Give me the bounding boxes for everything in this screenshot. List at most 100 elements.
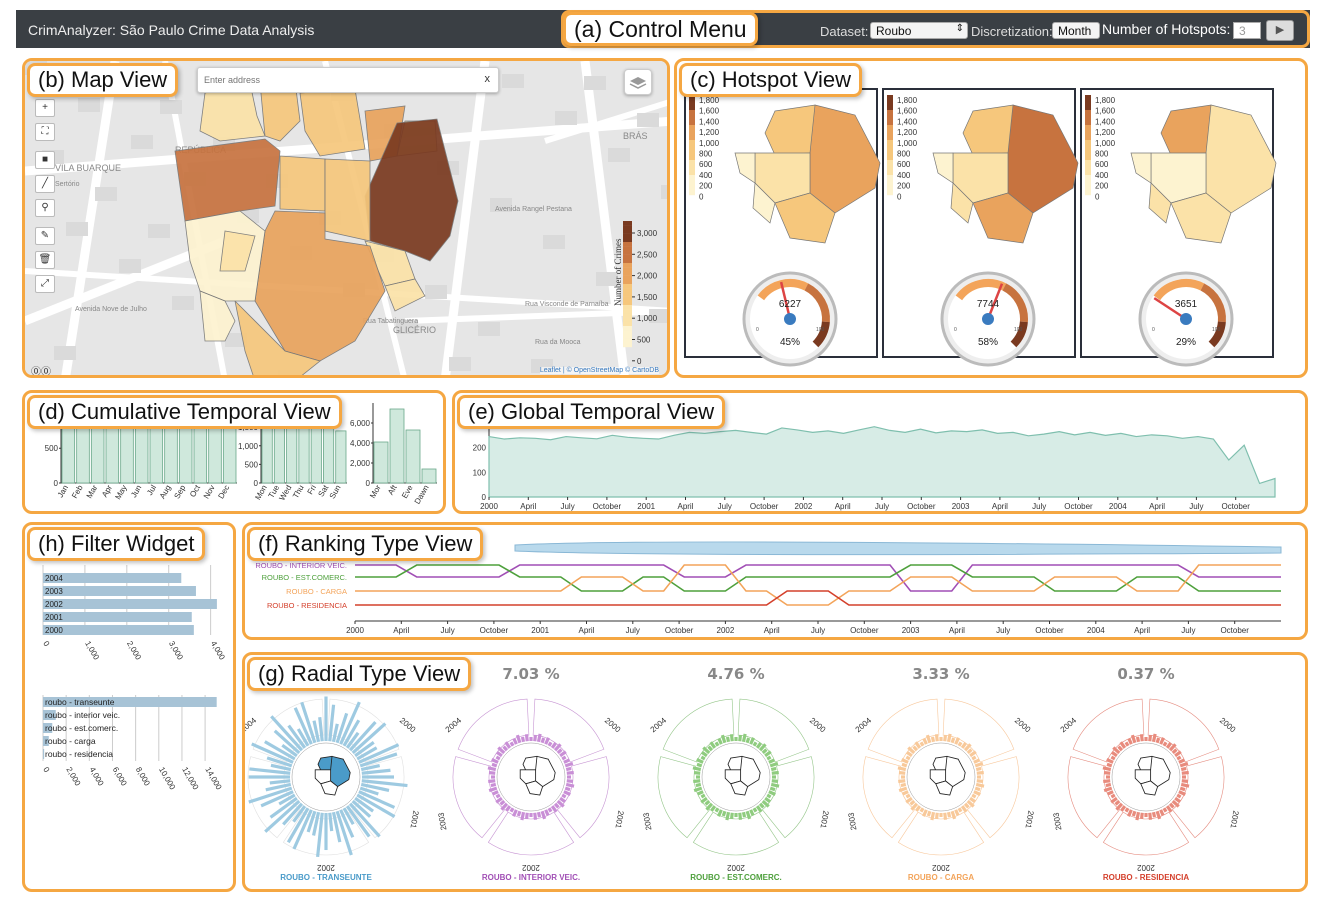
radial-bar [1106,758,1114,764]
map-canvas[interactable]: REPÚBLICAVILA BUARQUEBRÁSGLICÉRIORua da … [25,61,670,378]
cum-x-label: Dawn [413,484,431,506]
ranking-x-tick: October [850,626,879,635]
hotspot-legend-swatch [887,150,893,156]
trash-icon[interactable]: 🗑 [35,251,55,269]
map-legend-label: 1,000 [637,314,658,323]
hotspot-legend-label: 600 [699,160,713,169]
radial-year-label: 2003 [436,811,448,831]
radial-bar [714,741,720,747]
cum-x-label: May [113,484,128,502]
map-legend-swatch [623,296,632,301]
radial-type-label: ROUBO - RESIDENCIA [1103,873,1189,882]
hotspot-legend-label: 1,800 [699,96,720,105]
map-legend-swatch [623,300,632,306]
map-place-label: Sertório [55,181,80,188]
radial-bar [524,734,529,742]
radial-bar [544,809,550,817]
map-legend-label: 1,500 [637,293,658,302]
radial-bar [950,737,956,744]
hotspot-legend-swatch [887,180,893,186]
hotspot-legend-label: 1,600 [897,107,918,116]
map-legend-swatch [623,221,632,226]
map-block [119,259,141,273]
radial-bar [752,741,758,747]
radial-bar [495,796,503,804]
radial-bar [1176,793,1182,799]
radial-bar [696,762,703,768]
radial-chart: 3.33 % 2000 2001 2002 2003 2004 ROUBO - CARGA [846,665,1035,882]
map-zoom-icons[interactable]: ⓪⓪ [31,363,51,375]
ranking-type-label: ROUBO - INTERIOR VEIC. [255,561,347,570]
radial-bar [547,807,553,813]
radial-bar [536,811,542,818]
radial-bar [547,741,553,747]
radial-bar [1139,734,1144,742]
marker-icon[interactable]: ⚲ [35,199,55,217]
radial-bar [771,770,779,775]
radial-bar [717,809,723,817]
radial-bar [976,779,983,783]
hotspot-legend-swatch [1085,135,1091,141]
radial-year-label: 2002 [727,863,745,872]
zoom-icon[interactable]: + [35,99,55,117]
expand-icon[interactable]: ⤢ [35,275,55,293]
filter-type-label: roubo - residencia [45,749,113,759]
radial-bar [491,758,499,764]
map-legend-swatch [623,242,632,247]
map-place-label: Avenida Nove de Julho [75,306,147,313]
hotspot-legend-swatch [1085,110,1091,116]
radial-bar [975,766,982,772]
radial-bar [963,802,970,809]
radial-year-label: 2001 [818,810,830,830]
address-input[interactable] [204,72,474,88]
line-icon[interactable]: ╱ [35,175,55,193]
radial-bar [738,735,742,742]
global-x-tick: October [750,502,779,511]
radial-bar [909,799,916,806]
cum-y-tick: 0 [54,479,59,488]
fullscreen-icon[interactable]: ⛶ [35,123,55,141]
hotspot-legend-swatch [887,135,893,141]
radial-bar [525,812,529,819]
address-search[interactable]: x [197,67,499,93]
map-block [637,113,659,127]
filter-year-label: 2004 [45,574,63,583]
map-legend-swatch [623,254,632,259]
hotspots-input[interactable]: 3 [1233,22,1261,39]
radial-bar [696,790,704,796]
cum-x-label: Mor [368,483,383,500]
radial-bar [769,786,776,792]
edit-icon[interactable]: ✎ [35,227,55,245]
gauge-hub [784,313,796,325]
gauge-count: 3651 [1175,299,1198,310]
radial-year-sector [487,811,575,856]
ranking-x-tick: October [665,626,694,635]
radial-year-label: 2002 [522,863,540,872]
hotspot-legend-swatch [1085,105,1091,111]
filter-canvas[interactable]: 0 1,000 2,000 3,000 4,000 2004 2003 2002 2001 200… [25,525,236,892]
clear-search-button[interactable]: x [485,73,491,85]
map-view-title: (b) Map View [27,63,179,97]
radial-year-label: 2004 [854,716,874,735]
cum-y-tick: 6,000 [350,419,371,428]
play-button[interactable]: ▶ [1266,20,1294,41]
radial-bar [922,737,928,745]
map-legend-label: 3,000 [637,229,658,238]
video-icon[interactable]: ■ [35,151,55,169]
radial-bar [512,809,518,817]
map-legend-swatch [623,246,632,251]
radial-bar [565,766,572,772]
global-x-tick: July [875,502,889,511]
map-legend-swatch [623,267,632,272]
ranking-x-tick: 2001 [531,626,549,635]
hotspot-legend-label: 800 [1095,150,1109,159]
radial-year-label: 2000 [1218,716,1238,735]
layers-button[interactable] [624,69,652,95]
radial-bar [502,745,509,752]
hotspot-legend-swatch [887,190,893,196]
radial-bar [1105,782,1112,788]
discretization-select[interactable]: Month [1052,22,1100,39]
hotspot-legend-swatch [887,100,893,106]
hotspot-legend-swatch [689,150,695,156]
dataset-select[interactable]: Roubo ⇕ [870,22,968,39]
